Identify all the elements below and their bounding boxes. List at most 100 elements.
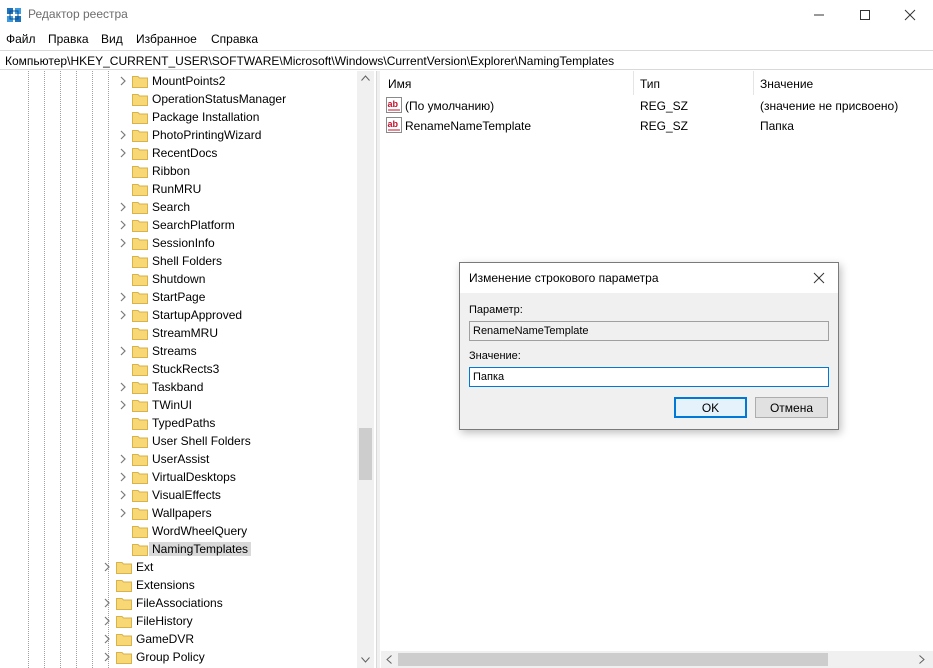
tree-item[interactable]: TWinUI [0,396,360,414]
menu-file[interactable]: Файл [6,32,36,46]
tree-scroll-thumb[interactable] [359,428,372,480]
tree-item[interactable]: StartupApproved [0,306,360,324]
chevron-right-icon[interactable] [118,453,128,465]
tree-item[interactable]: RecentDocs [0,144,360,162]
scroll-up-icon[interactable] [361,75,370,81]
dialog-close-icon[interactable] [810,269,828,287]
column-divider[interactable] [633,71,634,95]
tree-item[interactable]: FileHistory [0,612,360,630]
tree-item-label: RecentDocs [152,146,218,160]
tree-item[interactable]: Taskband [0,378,360,396]
list-row[interactable]: ab RenameNameTemplate REG_SZ Папка [381,115,933,135]
tree-item[interactable]: NamingTemplates [0,540,360,558]
folder-icon [132,418,148,430]
scroll-right-icon[interactable] [919,655,925,664]
folder-icon [116,580,132,592]
menu-bar: Файл Правка Вид Избранное Справка [0,29,933,49]
chevron-right-icon[interactable] [118,345,128,357]
tree-item[interactable]: User Shell Folders [0,432,360,450]
close-button[interactable] [887,0,933,29]
tree-item[interactable]: Search [0,198,360,216]
menu-help[interactable]: Справка [211,32,258,46]
column-header-type[interactable]: Тип [640,71,660,95]
tree-item-label: WordWheelQuery [152,524,248,538]
tree-item[interactable]: Shell Folders [0,252,360,270]
close-icon [904,9,916,20]
column-header-value[interactable]: Значение [760,71,813,95]
tree-item[interactable]: Shutdown [0,270,360,288]
chevron-right-icon[interactable] [118,399,128,411]
tree-item[interactable]: Wallpapers [0,504,360,522]
menu-edit[interactable]: Правка [48,32,89,46]
tree-item-label: Extensions [136,578,195,592]
chevron-right-icon[interactable] [118,507,128,519]
tree-item-label: Package Installation [152,110,260,124]
folder-icon [116,616,132,628]
chevron-right-icon[interactable] [118,237,128,249]
tree-item[interactable]: Package Installation [0,108,360,126]
tree-item[interactable]: OperationStatusManager [0,90,360,108]
maximize-button[interactable] [842,0,888,29]
minimize-button[interactable] [796,0,842,29]
tree-item[interactable]: StartPage [0,288,360,306]
column-header-name[interactable]: Имя [388,71,411,95]
tree-item[interactable]: SessionInfo [0,234,360,252]
tree-item[interactable]: Group Policy [0,648,360,666]
address-bar[interactable]: Компьютер\HKEY_CURRENT_USER\SOFTWARE\Mic… [0,50,933,70]
chevron-right-icon[interactable] [118,309,128,321]
tree-item-label: PhotoPrintingWizard [152,128,262,142]
chevron-right-icon[interactable] [118,201,128,213]
tree-item[interactable]: GameDVR [0,630,360,648]
chevron-right-icon[interactable] [118,381,128,393]
folder-icon [132,436,148,448]
value-name: RenameNameTemplate [405,119,532,133]
tree-item-label: Shell Folders [152,254,223,268]
chevron-right-icon[interactable] [102,561,112,573]
chevron-right-icon[interactable] [118,219,128,231]
tree-item[interactable]: RunMRU [0,180,360,198]
list-horizontal-scrollbar[interactable] [381,651,933,668]
chevron-right-icon[interactable] [118,471,128,483]
ok-button[interactable]: OK [674,397,747,418]
tree-item[interactable]: Ribbon [0,162,360,180]
tree-item[interactable]: Extensions [0,576,360,594]
chevron-right-icon[interactable] [118,489,128,501]
chevron-right-icon[interactable] [118,75,128,87]
folder-icon [132,526,148,538]
scroll-down-icon[interactable] [361,657,370,663]
chevron-right-icon[interactable] [102,597,112,609]
column-divider[interactable] [753,71,754,95]
value-data-input[interactable]: Папка [469,367,829,387]
scroll-left-icon[interactable] [386,655,392,664]
tree-item[interactable]: StuckRects3 [0,360,360,378]
chevron-right-icon[interactable] [118,129,128,141]
list-scroll-thumb[interactable] [398,653,828,666]
tree-item[interactable]: Ext [0,558,360,576]
tree-item[interactable]: StreamMRU [0,324,360,342]
folder-icon [132,472,148,484]
chevron-right-icon[interactable] [118,291,128,303]
tree-item[interactable]: UserAssist [0,450,360,468]
folder-icon [132,454,148,466]
chevron-right-icon[interactable] [102,651,112,663]
chevron-right-icon[interactable] [118,147,128,159]
tree-item[interactable]: VisualEffects [0,486,360,504]
list-row[interactable]: ab (По умолчанию) REG_SZ (значение не пр… [381,95,933,115]
value-label: Значение: [469,350,521,362]
tree-item[interactable]: WordWheelQuery [0,522,360,540]
tree-item[interactable]: MountPoints2 [0,72,360,90]
chevron-right-icon[interactable] [102,615,112,627]
pane-splitter[interactable] [376,71,380,668]
tree-item[interactable]: Streams [0,342,360,360]
menu-favorites[interactable]: Избранное [136,32,197,46]
tree-item[interactable]: PhotoPrintingWizard [0,126,360,144]
tree-item[interactable]: TypedPaths [0,414,360,432]
key-tree[interactable]: MountPoints2 OperationStatusManager Packag… [0,71,374,668]
chevron-right-icon[interactable] [102,633,112,645]
tree-vertical-scrollbar[interactable] [357,71,374,668]
menu-view[interactable]: Вид [101,32,123,46]
cancel-button[interactable]: Отмена [755,397,828,418]
tree-item[interactable]: SearchPlatform [0,216,360,234]
tree-item[interactable]: VirtualDesktops [0,468,360,486]
tree-item[interactable]: FileAssociations [0,594,360,612]
